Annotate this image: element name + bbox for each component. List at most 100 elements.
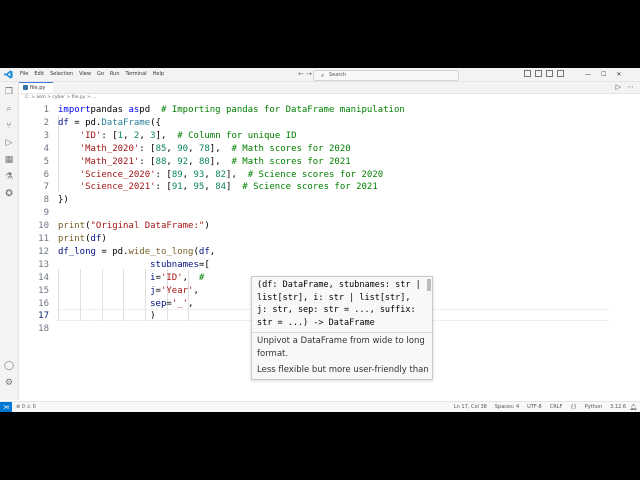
more-icon[interactable]: ⋯ xyxy=(627,83,634,91)
code-token: 84 xyxy=(215,182,227,193)
line-number: 1 xyxy=(43,105,49,115)
customize-layout-icon[interactable] xyxy=(557,70,564,77)
source-control-icon[interactable]: ⑂ xyxy=(4,121,14,131)
code-token: 'ID' xyxy=(79,130,102,141)
line-number: 11 xyxy=(38,234,49,244)
line-number: 17 xyxy=(38,311,49,322)
code-token: : [ xyxy=(155,182,172,193)
menu-go[interactable]: Go xyxy=(94,70,107,79)
account-icon[interactable]: ◯ xyxy=(4,361,14,371)
code-line: df = pd.DataFrame({ xyxy=(58,117,161,130)
python-version[interactable]: 3.12.6 xyxy=(610,402,626,412)
code-token: , xyxy=(182,272,199,283)
toggle-panel-icon[interactable] xyxy=(535,70,542,77)
code-token: 93 xyxy=(193,169,205,180)
code-line: importpandas aspd # Importing pandas for… xyxy=(58,104,405,117)
language-braces[interactable]: {} xyxy=(570,402,576,412)
code-token: 'Math_2021' xyxy=(79,156,140,167)
breadcrumb[interactable]: C: > asm > cyber > file.py > ... xyxy=(19,94,96,102)
code-line: 'Math_2020': [85, 90, 78], # Math scores… xyxy=(58,143,351,156)
code-token: 'Math_2020' xyxy=(79,143,140,154)
end-of-line[interactable]: CRLF xyxy=(550,402,563,412)
menu-help[interactable]: Help xyxy=(150,70,167,79)
code-token: df xyxy=(90,234,102,244)
code-token: , xyxy=(123,130,134,141)
menu-view[interactable]: View xyxy=(76,70,94,79)
line-number: 7 xyxy=(43,182,49,193)
line-number: 2 xyxy=(43,117,49,128)
close-icon[interactable]: ✕ xyxy=(616,69,621,80)
settings-gear-icon[interactable]: ⚙ xyxy=(4,378,14,388)
editor-tabs: file.py ▷ ⋯ xyxy=(19,82,640,94)
extensions-icon[interactable]: ▦ xyxy=(4,155,14,165)
line-number: 3 xyxy=(43,130,49,141)
code-token: , xyxy=(182,169,194,180)
run-debug-icon[interactable]: ▷ xyxy=(4,138,14,148)
code-token: 90 xyxy=(177,143,189,154)
code-token: : [ xyxy=(155,169,172,180)
command-center-search[interactable]: ⌕ Search xyxy=(313,70,459,81)
files-icon[interactable]: ❐ xyxy=(4,87,14,97)
run-icon[interactable]: ▷ xyxy=(616,83,621,91)
problems-indicator[interactable]: ⊗ 0 ⚠ 0 xyxy=(16,402,36,412)
code-line: df_long = pd.wide_to_long(df, xyxy=(58,246,215,259)
code-token: 85 xyxy=(155,143,167,154)
code-token: , xyxy=(209,246,216,257)
code-token: pd xyxy=(139,105,161,115)
menu-terminal[interactable]: Terminal xyxy=(123,70,150,79)
window-controls: — ☐ ✕ xyxy=(585,69,621,80)
toggle-sidebar-icon[interactable] xyxy=(524,70,531,77)
code-token: df xyxy=(198,246,210,257)
search-icon[interactable]: ⌕ xyxy=(4,104,14,114)
encoding[interactable]: UTF-8 xyxy=(527,402,542,412)
code-token: stubnames xyxy=(150,259,199,270)
popup-scrollbar[interactable] xyxy=(427,279,431,291)
code-token: # Column for unique ID xyxy=(177,130,297,141)
code-token: df_long xyxy=(58,246,96,257)
code-line: print(df) xyxy=(58,233,107,246)
toggle-secondary-sidebar-icon[interactable] xyxy=(546,70,553,77)
code-token: DataFrame xyxy=(101,117,151,128)
menu-bar: File Edit Selection View Go Run Terminal… xyxy=(17,70,167,79)
bell-icon[interactable]: 🔔︎ xyxy=(629,402,637,412)
code-token: # Science scores for 2021 xyxy=(242,182,378,193)
cursor-position[interactable]: Ln 17, Col 38 xyxy=(454,402,487,412)
code-token: ) xyxy=(204,221,210,232)
code-token: 89 xyxy=(171,169,183,180)
code-line: 'Science_2020': [89, 93, 82], # Science … xyxy=(58,169,384,182)
status-bar: ⋊ ⊗ 0 ⚠ 0 Ln 17, Col 38 Spaces: 4 UTF-8 … xyxy=(0,401,640,412)
line-number: 18 xyxy=(38,324,49,335)
code-token: sep xyxy=(150,298,167,309)
menu-run[interactable]: Run xyxy=(107,70,123,79)
code-token: # Math scores for 2021 xyxy=(231,156,351,167)
docstring-text-continued: Less flexible but more user-friendly tha… xyxy=(257,365,429,375)
indentation[interactable]: Spaces: 4 xyxy=(495,402,519,412)
menu-selection[interactable]: Selection xyxy=(47,70,76,79)
menu-edit[interactable]: Edit xyxy=(31,70,47,79)
code-token: 91 xyxy=(171,182,183,193)
code-token: print xyxy=(58,234,86,244)
tab-file-py[interactable]: file.py xyxy=(19,82,53,93)
language-mode[interactable]: Python xyxy=(585,402,602,412)
status-right-items: Ln 17, Col 38 Spaces: 4 UTF-8 CRLF {} Py… xyxy=(454,402,626,412)
code-token: 'ID' xyxy=(160,272,183,283)
nav-arrows[interactable]: ← → xyxy=(298,70,312,79)
maximize-icon[interactable]: ☐ xyxy=(601,69,606,80)
code-token: : [ xyxy=(139,156,156,167)
code-line: 'Science_2021': [91, 95, 84] # Science s… xyxy=(58,181,378,194)
code-token: ], xyxy=(226,169,248,180)
menu-file[interactable]: File xyxy=(17,70,31,79)
minimize-icon[interactable]: — xyxy=(585,69,591,80)
vscode-logo-icon xyxy=(4,70,13,79)
code-line: }) xyxy=(58,194,69,207)
popup-divider xyxy=(252,332,432,333)
code-token: wide_to_long xyxy=(128,246,194,257)
python-icon[interactable]: ✪ xyxy=(4,189,14,199)
remote-icon[interactable]: ⋊ xyxy=(0,402,12,412)
line-number: 5 xyxy=(43,156,49,167)
testing-icon[interactable]: ⚗ xyxy=(4,172,14,182)
code-token: : [ xyxy=(139,143,156,154)
